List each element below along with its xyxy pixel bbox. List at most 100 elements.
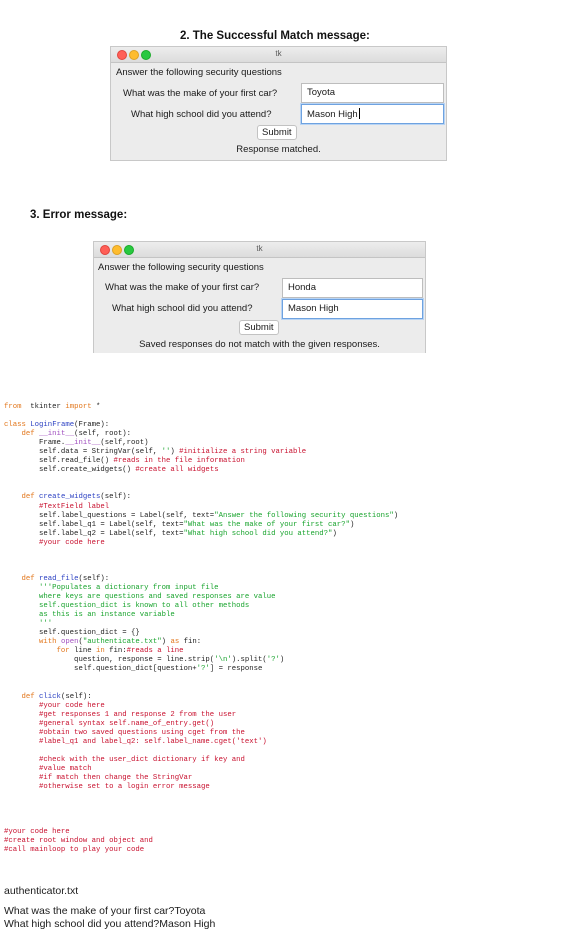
- code-line: def click(self):: [4, 693, 398, 702]
- code-line: self.question_dict = {}: [4, 629, 398, 638]
- code-token: for: [56, 647, 70, 656]
- code-token: (self, root):: [74, 430, 132, 439]
- code-token: import: [65, 403, 92, 411]
- submit-button[interactable]: Submit: [257, 125, 297, 140]
- code-token: Frame.: [4, 439, 66, 448]
- code-line: from tkinter import *: [4, 403, 398, 412]
- code-token: self.data = StringVar(self,: [4, 448, 162, 457]
- window-titlebar[interactable]: tk: [94, 242, 425, 258]
- code-token: #reads a line: [126, 647, 184, 656]
- code-line: #get responses 1 and response 2 from the…: [4, 711, 398, 720]
- code-line: self.read_file() #reads in the file info…: [4, 457, 398, 466]
- code-token: with: [39, 638, 57, 647]
- code-token: open: [60, 638, 79, 647]
- question-1-entry[interactable]: Honda: [282, 278, 423, 298]
- tk-window-error: tk Answer the following security questio…: [93, 241, 426, 353]
- question-2-entry[interactable]: Mason High: [301, 104, 444, 124]
- code-token: ): [393, 511, 399, 520]
- file-line-1: What was the make of your first car?Toyo…: [4, 905, 206, 917]
- code-line: def __init__(self, root):: [4, 430, 398, 439]
- code-token: self.create_widgets(): [4, 466, 136, 475]
- code-token: self.label_questions = Label(self, text=: [4, 511, 215, 520]
- code-token: #create all widgets: [135, 466, 219, 475]
- code-line: self.create_widgets() #create all widget…: [4, 466, 398, 475]
- code-listing: from tkinter import * class LoginFrame(F…: [4, 403, 398, 855]
- code-token: #general syntax self.name_of_entry.get(): [39, 719, 215, 728]
- question-1-label: What was the make of your first car?: [105, 282, 260, 293]
- code-token: ): [332, 529, 337, 538]
- code-line: #create root window and object and: [4, 837, 398, 846]
- code-token: ''': [4, 620, 53, 629]
- code-token: '''Populates a dictionary from input fil…: [39, 583, 219, 592]
- code-token: #call mainloop to play your code: [4, 846, 145, 855]
- code-token: #label_q1 and label_q2: self.label_name.…: [39, 737, 267, 746]
- code-token: self.read_file(): [4, 457, 114, 466]
- code-token: where keys are questions and saved respo…: [4, 592, 276, 601]
- code-token: def: [21, 430, 35, 439]
- code-token: class: [4, 421, 26, 430]
- window-titlebar[interactable]: tk: [111, 47, 446, 63]
- code-line: self.question_dict is known to all other…: [4, 602, 398, 611]
- code-token: "What high school did you attend?": [183, 529, 333, 538]
- question-2-entry[interactable]: Mason High: [282, 299, 423, 319]
- code-line: self.label_q1 = Label(self, text="What w…: [4, 521, 398, 530]
- code-token: question, response = line.strip(: [4, 656, 215, 665]
- code-token: __init__: [65, 439, 101, 448]
- code-token: self.question_dict[question+: [4, 665, 197, 674]
- code-token: LoginFrame: [30, 421, 75, 430]
- code-token: fin:: [104, 647, 127, 656]
- code-line: with open("authenticate.txt") as fin:: [4, 638, 398, 647]
- code-token: self.question_dict is known to all other…: [4, 602, 250, 611]
- code-token: #otherwise set to a login error message: [39, 782, 210, 791]
- code-line: self.label_q2 = Label(self, text="What h…: [4, 530, 398, 539]
- code-line: #otherwise set to a login error message: [4, 783, 398, 792]
- code-token: #initialize a string variable: [179, 448, 307, 457]
- code-token: '\n': [214, 656, 232, 665]
- code-token: (self):: [60, 692, 92, 701]
- code-line: self.question_dict[question+'?'] = respo…: [4, 665, 398, 674]
- code-token: from: [4, 403, 22, 411]
- question-2-entry-text: Mason High: [307, 109, 358, 120]
- code-token: "authenticate.txt": [82, 638, 162, 647]
- code-token: #your code here: [4, 828, 70, 837]
- text-caret: [358, 108, 360, 119]
- question-1-entry[interactable]: Toyota: [301, 83, 444, 103]
- code-token: create_widgets: [39, 493, 101, 502]
- code-token: ] = response: [209, 665, 263, 674]
- code-token: self.label_q2 = Label(self, text=: [4, 529, 184, 538]
- code-line: #your code here: [4, 702, 398, 711]
- code-token: '?': [196, 665, 210, 674]
- code-token: *: [91, 403, 101, 411]
- code-token: #if match then change the StringVar: [39, 773, 193, 782]
- code-line: #value match: [4, 765, 398, 774]
- file-line-2: What high school did you attend?Mason Hi…: [4, 918, 216, 930]
- code-line: ''': [4, 620, 398, 629]
- code-token: as this is an instance variable: [4, 611, 175, 620]
- code-token: #get responses 1 and response 2 from the…: [39, 710, 237, 719]
- code-line: #general syntax self.name_of_entry.get(): [4, 720, 398, 729]
- code-token: "Answer the following security questions…: [214, 511, 394, 520]
- submit-button[interactable]: Submit: [239, 320, 279, 335]
- code-line: #label_q1 and label_q2: self.label_name.…: [4, 738, 398, 747]
- code-line: #TextField label: [4, 503, 398, 512]
- code-line: #if match then change the StringVar: [4, 774, 398, 783]
- code-token: in: [95, 647, 105, 656]
- code-line: #call mainloop to play your code: [4, 846, 398, 855]
- heading-error-message: 3. Error message:: [30, 209, 128, 221]
